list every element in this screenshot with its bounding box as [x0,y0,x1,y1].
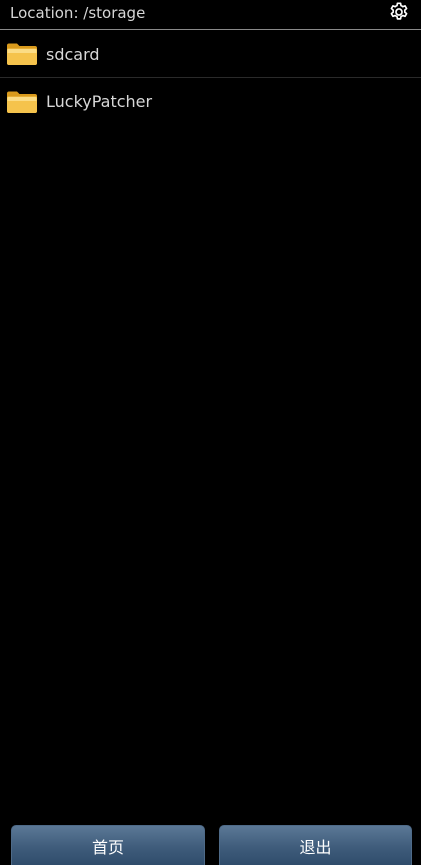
folder-list: sdcard LuckyPatcher [0,31,421,125]
gear-icon-graphic [390,1,408,20]
location-path: Location: /storage [10,3,146,22]
folder-name: sdcard [46,44,100,64]
folder-icon [6,90,38,114]
home-button[interactable]: 首页 [11,825,205,865]
list-item-sdcard[interactable]: sdcard [0,31,421,78]
folder-name: LuckyPatcher [46,92,153,111]
location-header: Location: /storage [0,0,421,30]
exit-button[interactable]: 退出 [219,825,412,865]
bottom-button-bar: 首页 退出 [0,825,421,865]
gear-icon[interactable] [387,0,411,24]
list-item-luckypatcher[interactable]: LuckyPatcher [0,78,421,125]
folder-icon [6,42,38,66]
